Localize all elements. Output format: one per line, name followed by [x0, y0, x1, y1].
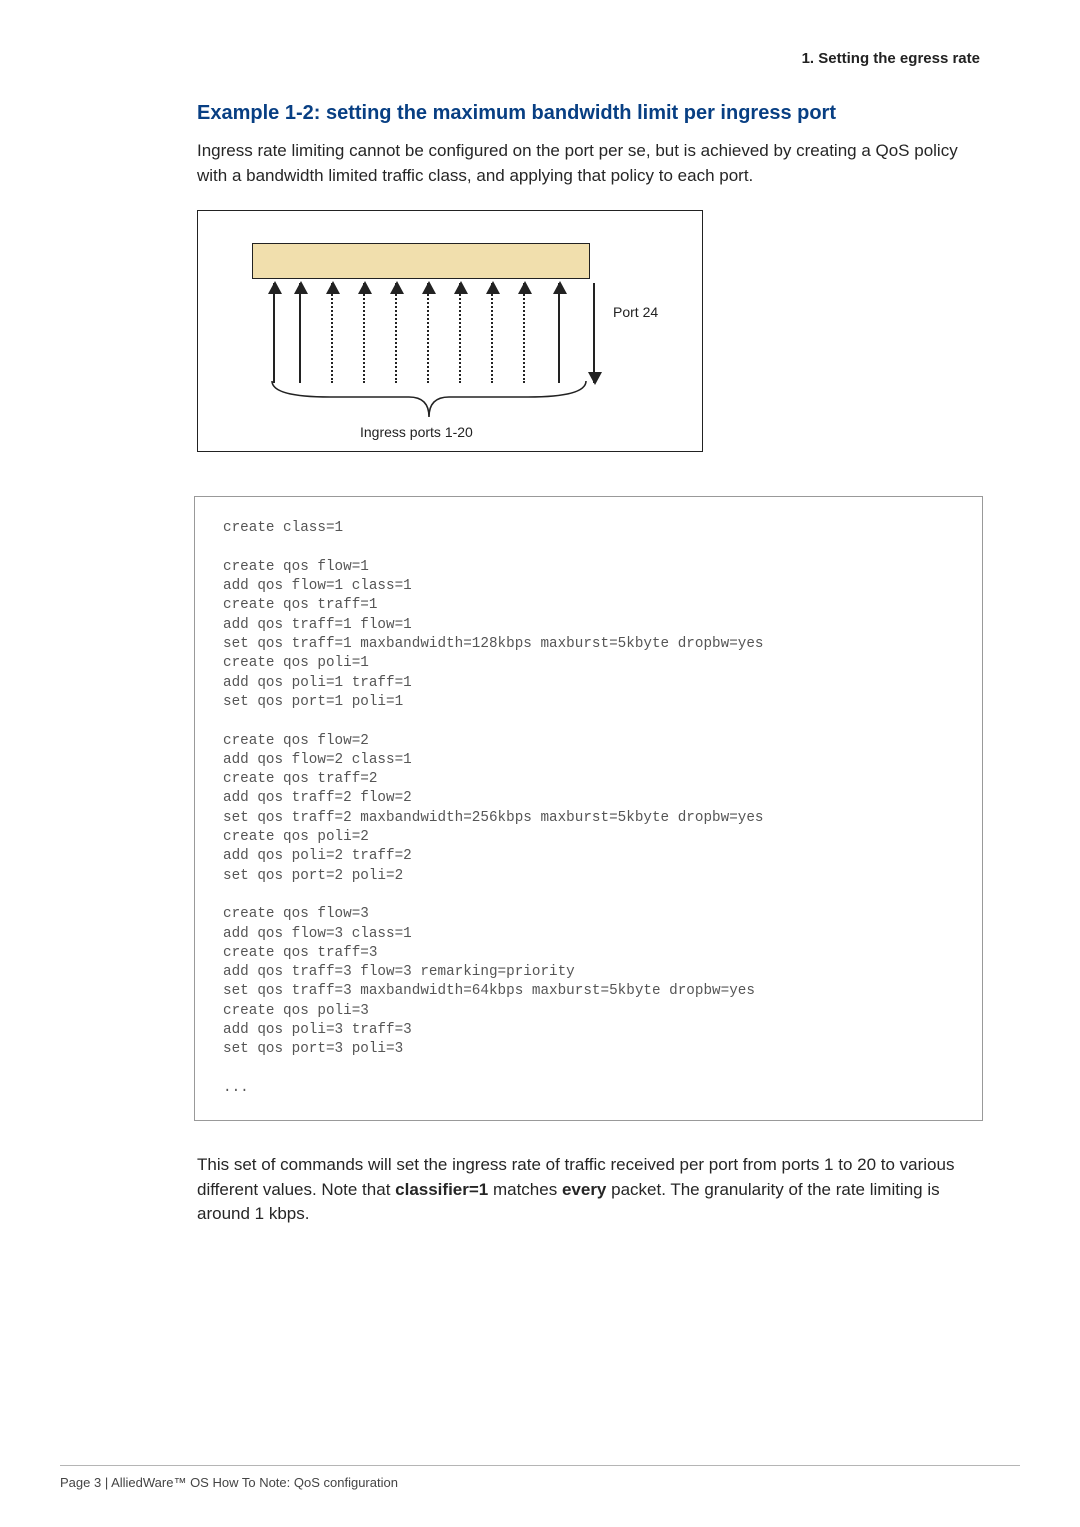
outro-paragraph: This set of commands will set the ingres…: [197, 1153, 980, 1227]
arrow-down-icon: [593, 283, 595, 383]
dotted-arrow-up-icon: [363, 283, 365, 383]
network-diagram: Port 24 Ingress ports 1-20: [197, 210, 703, 452]
outro-every-bold: every: [562, 1180, 606, 1199]
curly-brace-icon: [270, 379, 588, 421]
code-block: create class=1 create qos flow=1 add qos…: [194, 496, 983, 1121]
dotted-arrow-up-icon: [523, 283, 525, 383]
main-content: Example 1-2: setting the maximum bandwid…: [197, 100, 980, 1245]
dotted-arrow-up-icon: [459, 283, 461, 383]
dotted-arrow-up-icon: [331, 283, 333, 383]
footer-text: Page 3 | AlliedWare™ OS How To Note: QoS…: [60, 1475, 398, 1490]
dotted-arrow-up-icon: [491, 283, 493, 383]
intro-paragraph: Ingress rate limiting cannot be configur…: [197, 139, 980, 188]
ingress-ports-label: Ingress ports 1-20: [360, 423, 473, 442]
arrow-up-icon: [558, 283, 560, 383]
arrow-up-icon: [273, 283, 275, 383]
dotted-arrow-up-icon: [395, 283, 397, 383]
outro-text-mid: matches: [488, 1180, 562, 1199]
example-heading: Example 1-2: setting the maximum bandwid…: [197, 100, 980, 127]
bus-bar: [252, 243, 590, 279]
diagram-container: Port 24 Ingress ports 1-20: [197, 210, 980, 452]
arrow-up-icon: [299, 283, 301, 383]
page-footer: Page 3 | AlliedWare™ OS How To Note: QoS…: [60, 1465, 1020, 1492]
dotted-arrow-up-icon: [427, 283, 429, 383]
port24-label: Port 24: [613, 303, 658, 322]
outro-classifier-bold: classifier=1: [395, 1180, 488, 1199]
section-header: 1. Setting the egress rate: [802, 49, 980, 69]
